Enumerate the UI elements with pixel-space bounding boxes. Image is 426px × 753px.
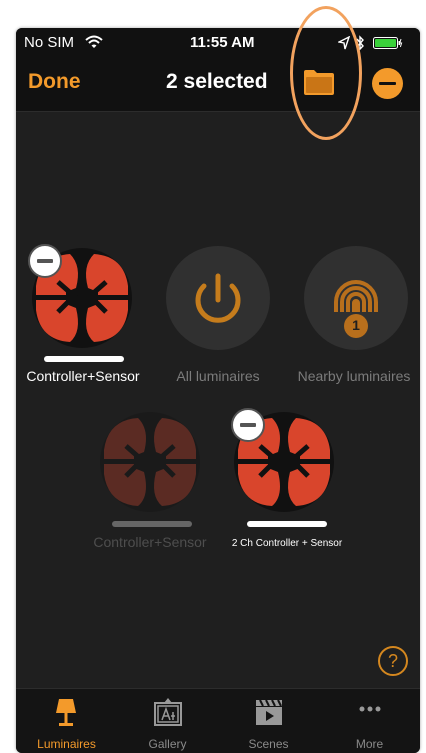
tab-gallery[interactable]: Gallery [117,689,218,753]
luminaire-tile-all[interactable] [166,246,270,350]
battery-icon [373,37,403,49]
controller-sensor-icon [100,412,200,512]
remove-selection-button[interactable] [372,68,403,99]
tile-label: 2 Ch Controller + Sensor [231,538,343,549]
page-title: 2 selected [166,70,268,93]
tab-bar: Luminaires Gallery Scenes More [16,688,420,753]
power-icon [195,273,241,323]
tile-label: Nearby luminaires [297,368,411,384]
nearby-signal-icon [334,280,378,338]
status-time: 11:55 AM [190,34,255,51]
luminaire-tile-controller-sensor-dimmed[interactable] [98,410,202,514]
selection-indicator [112,521,192,527]
tab-scenes[interactable]: Scenes [218,689,319,753]
selection-indicator [247,521,327,527]
lamp-icon [56,699,76,726]
done-button[interactable]: Done [28,70,81,94]
tab-label: Scenes [248,737,289,751]
help-button[interactable]: ? [378,646,408,676]
annotation-ring [290,6,362,140]
app-screen: No SIM 11:55 AM Done 2 selected Controll… [16,28,420,753]
luminaire-tile-nearby[interactable]: 1 [304,246,408,350]
deselect-badge[interactable] [28,244,62,278]
tab-label: Luminaires [37,737,96,751]
nearby-count-badge: 1 [352,317,360,333]
tab-label: More [355,737,384,751]
selection-indicator [44,356,124,362]
tab-more[interactable]: More [319,689,420,753]
tab-luminaires[interactable]: Luminaires [16,689,117,753]
tab-label: Gallery [148,737,187,751]
tile-label: Controller+Sensor [26,368,140,384]
clapperboard-icon [256,699,282,725]
carrier-label: No SIM [24,34,75,51]
gallery-icon [154,698,182,726]
wifi-icon [85,35,103,48]
tile-label: All luminaires [176,368,260,384]
more-dots-icon [359,706,381,712]
deselect-badge[interactable] [231,408,265,442]
tile-label: Controller+Sensor [93,534,207,550]
